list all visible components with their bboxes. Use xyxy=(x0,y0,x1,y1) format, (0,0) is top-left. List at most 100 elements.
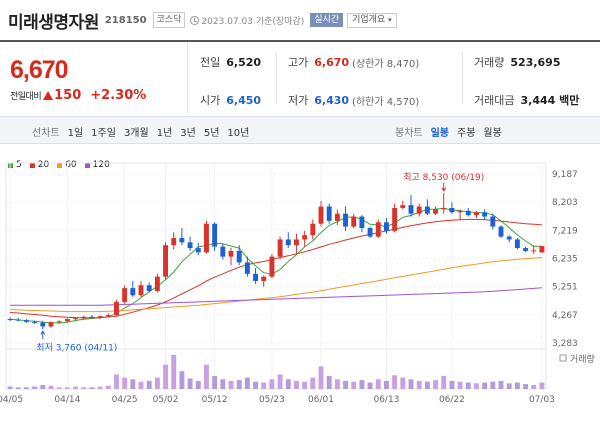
volume-bar xyxy=(506,383,512,389)
period-tab[interactable]: 1일 xyxy=(68,124,84,139)
candle-body xyxy=(261,276,267,281)
candle-body xyxy=(490,216,496,227)
candle-body xyxy=(392,207,398,231)
volume-bar xyxy=(138,381,144,389)
x-tick-label: 05/02 xyxy=(153,395,179,405)
candle-body xyxy=(400,205,406,208)
stat-high: 고가 6,670 (상한가 8,470) xyxy=(288,55,420,70)
stat-separator xyxy=(276,52,277,104)
candle-body xyxy=(253,273,258,281)
company-overview-button[interactable]: 기업개요 ▾ xyxy=(347,12,397,28)
current-price: 6,670 xyxy=(10,56,69,84)
volume-bar xyxy=(310,377,316,389)
volume-bar xyxy=(326,376,332,389)
candle-body xyxy=(359,216,365,229)
candle-body xyxy=(244,262,250,274)
volume-bar xyxy=(285,379,291,389)
ma20-line xyxy=(10,218,542,319)
volume-bar xyxy=(81,387,87,389)
volume-bar xyxy=(498,380,504,389)
volume-bar xyxy=(163,364,168,389)
candle-chart-tab-group: 봉차트 일봉 주봉 월봉 xyxy=(395,117,510,145)
candle-body xyxy=(474,212,479,216)
period-tab[interactable]: 3개월 xyxy=(124,124,149,139)
candle-body xyxy=(73,318,78,320)
volume-bar xyxy=(539,382,545,389)
candle-body xyxy=(367,228,373,237)
candle-period-tab[interactable]: 주봉 xyxy=(457,124,475,139)
volume-bar xyxy=(482,382,488,389)
price-change-row: 전일대비 150 +2.30% xyxy=(10,88,146,103)
candle-body xyxy=(212,223,218,247)
candle-body xyxy=(277,239,283,257)
x-tick-label: 06/22 xyxy=(439,395,465,405)
candle-body xyxy=(343,213,348,227)
stock-candlestick-chart[interactable]: 9,187 8,203 7,219 6,235 5,251 4,267 3,283 04/05… xyxy=(0,149,600,421)
stock-code: 218150 xyxy=(104,14,147,26)
candle-body xyxy=(114,301,119,316)
volume-bar xyxy=(228,380,234,389)
change-percent: +2.30% xyxy=(90,88,147,103)
line-chart-label: 선차트 xyxy=(32,127,60,139)
candle-body xyxy=(81,316,87,319)
low-arrow-icon xyxy=(40,330,46,340)
volume-bar xyxy=(343,380,348,389)
volume-bar xyxy=(400,377,406,389)
volume-bar xyxy=(7,386,13,389)
candle-body xyxy=(15,319,21,321)
y-tick-label: 8,203 xyxy=(552,198,578,208)
volume-bar xyxy=(236,380,242,389)
candle-body xyxy=(294,239,299,246)
period-tab[interactable]: 3년 xyxy=(180,124,196,139)
chart-period-tabs: 선차트 1일 1주일 3개월 1년 3년 5년 10년 봉차트 일봉 주봉 월봉 xyxy=(0,116,600,144)
candle-body xyxy=(154,276,160,291)
candle-body xyxy=(146,285,152,291)
candle-period-tab[interactable]: 일봉 xyxy=(431,124,449,139)
candle-body xyxy=(408,205,414,214)
clock-icon xyxy=(190,15,200,25)
period-tab[interactable]: 1주일 xyxy=(91,124,116,139)
y-tick-label: 5,251 xyxy=(552,283,578,293)
stock-header: 미래생명자원 218150 코스닥 2023.07.03 기준(장마감) 실시간… xyxy=(0,0,600,40)
candle-body xyxy=(187,242,193,249)
volume-bar xyxy=(32,386,38,389)
volume-bar xyxy=(416,380,422,389)
y-tick-label: 6,235 xyxy=(552,255,578,265)
volume-bar xyxy=(171,355,177,389)
x-tick-label: 05/12 xyxy=(202,395,228,405)
candle-body xyxy=(441,207,447,210)
x-tick-label: 07/03 xyxy=(529,395,555,405)
candle-body xyxy=(89,316,95,318)
volume-bar xyxy=(64,387,70,389)
stat-open: 시가 6,450 xyxy=(200,93,262,108)
candle-body xyxy=(32,321,38,323)
high-annotation: 최고 8,530 (06/19) xyxy=(403,172,484,183)
base-date: 2023.07.03 기준(장마감) xyxy=(201,16,305,27)
realtime-button[interactable]: 실시간 xyxy=(310,13,344,27)
ma120-line xyxy=(10,287,542,306)
x-tick-label: 06/13 xyxy=(373,395,399,405)
candle-body xyxy=(523,248,528,251)
change-label: 전일대비 xyxy=(10,92,42,102)
volume-bar xyxy=(359,380,365,389)
volume-bar xyxy=(457,381,463,389)
candle-body xyxy=(384,222,389,231)
chart-frame xyxy=(5,162,547,390)
candle-period-tab[interactable]: 월봉 xyxy=(483,124,501,139)
candle-body xyxy=(531,250,537,252)
volume-bar xyxy=(392,375,398,389)
volume-bar xyxy=(146,380,152,389)
volume-bar xyxy=(56,387,62,389)
candle-body xyxy=(514,239,520,249)
candle-body xyxy=(105,315,111,317)
volume-bar xyxy=(187,378,193,389)
period-tab[interactable]: 1년 xyxy=(157,124,173,139)
volume-bar xyxy=(367,382,373,389)
volume-bar xyxy=(531,384,537,389)
candle-body xyxy=(351,216,357,227)
volume-bar xyxy=(130,379,136,389)
volume-bar xyxy=(424,381,430,389)
volume-bar xyxy=(105,385,111,389)
period-tab[interactable]: 10년 xyxy=(227,124,249,139)
period-tab[interactable]: 5년 xyxy=(204,124,220,139)
